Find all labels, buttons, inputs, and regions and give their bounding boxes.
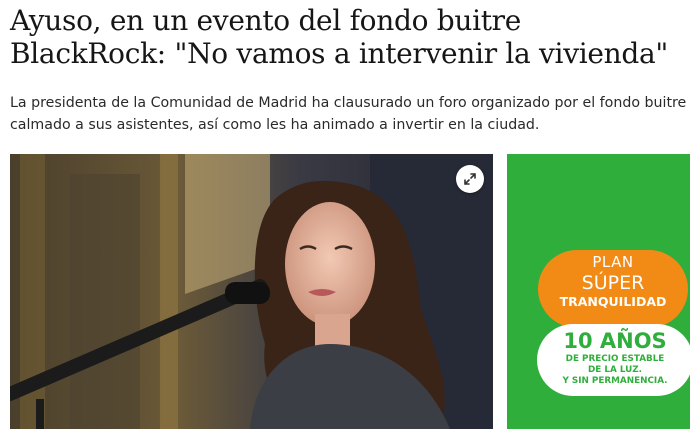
ad-line-2: DE LA LUZ. [587,365,642,375]
ad-line-3: Y SIN PERMANENCIA. [562,376,668,386]
lede-line-1: La presidenta de la Comunidad de Madrid … [10,95,690,111]
headline-line-1: Ayuso, en un evento del fondo buitre [10,4,522,37]
expand-icon [464,173,476,185]
ad-line-1: DE PRECIO ESTABLE [565,354,665,364]
headline-line-2: BlackRock: "No vamos a intervenir la viv… [10,37,668,70]
lede-line-2: calmado a sus asistentes, así como les h… [10,117,540,133]
ad-super-text: SÚPER [581,272,645,294]
expand-photo-button[interactable] [456,165,484,193]
advertisement[interactable]: PLAN SÚPER TRANQUILIDAD 10 AÑOS DE PRECI… [507,154,690,429]
ad-years-text: 10 AÑOS [563,329,667,353]
article-photo[interactable] [10,154,493,429]
ad-tranquilidad-text: TRANQUILIDAD [559,294,667,309]
article-lede: La presidenta de la Comunidad de Madrid … [10,92,690,136]
ad-plan-text: PLAN [592,253,634,271]
photo-illustration [10,154,493,429]
article-headline: Ayuso, en un evento del fondo buitre Bla… [10,4,685,70]
